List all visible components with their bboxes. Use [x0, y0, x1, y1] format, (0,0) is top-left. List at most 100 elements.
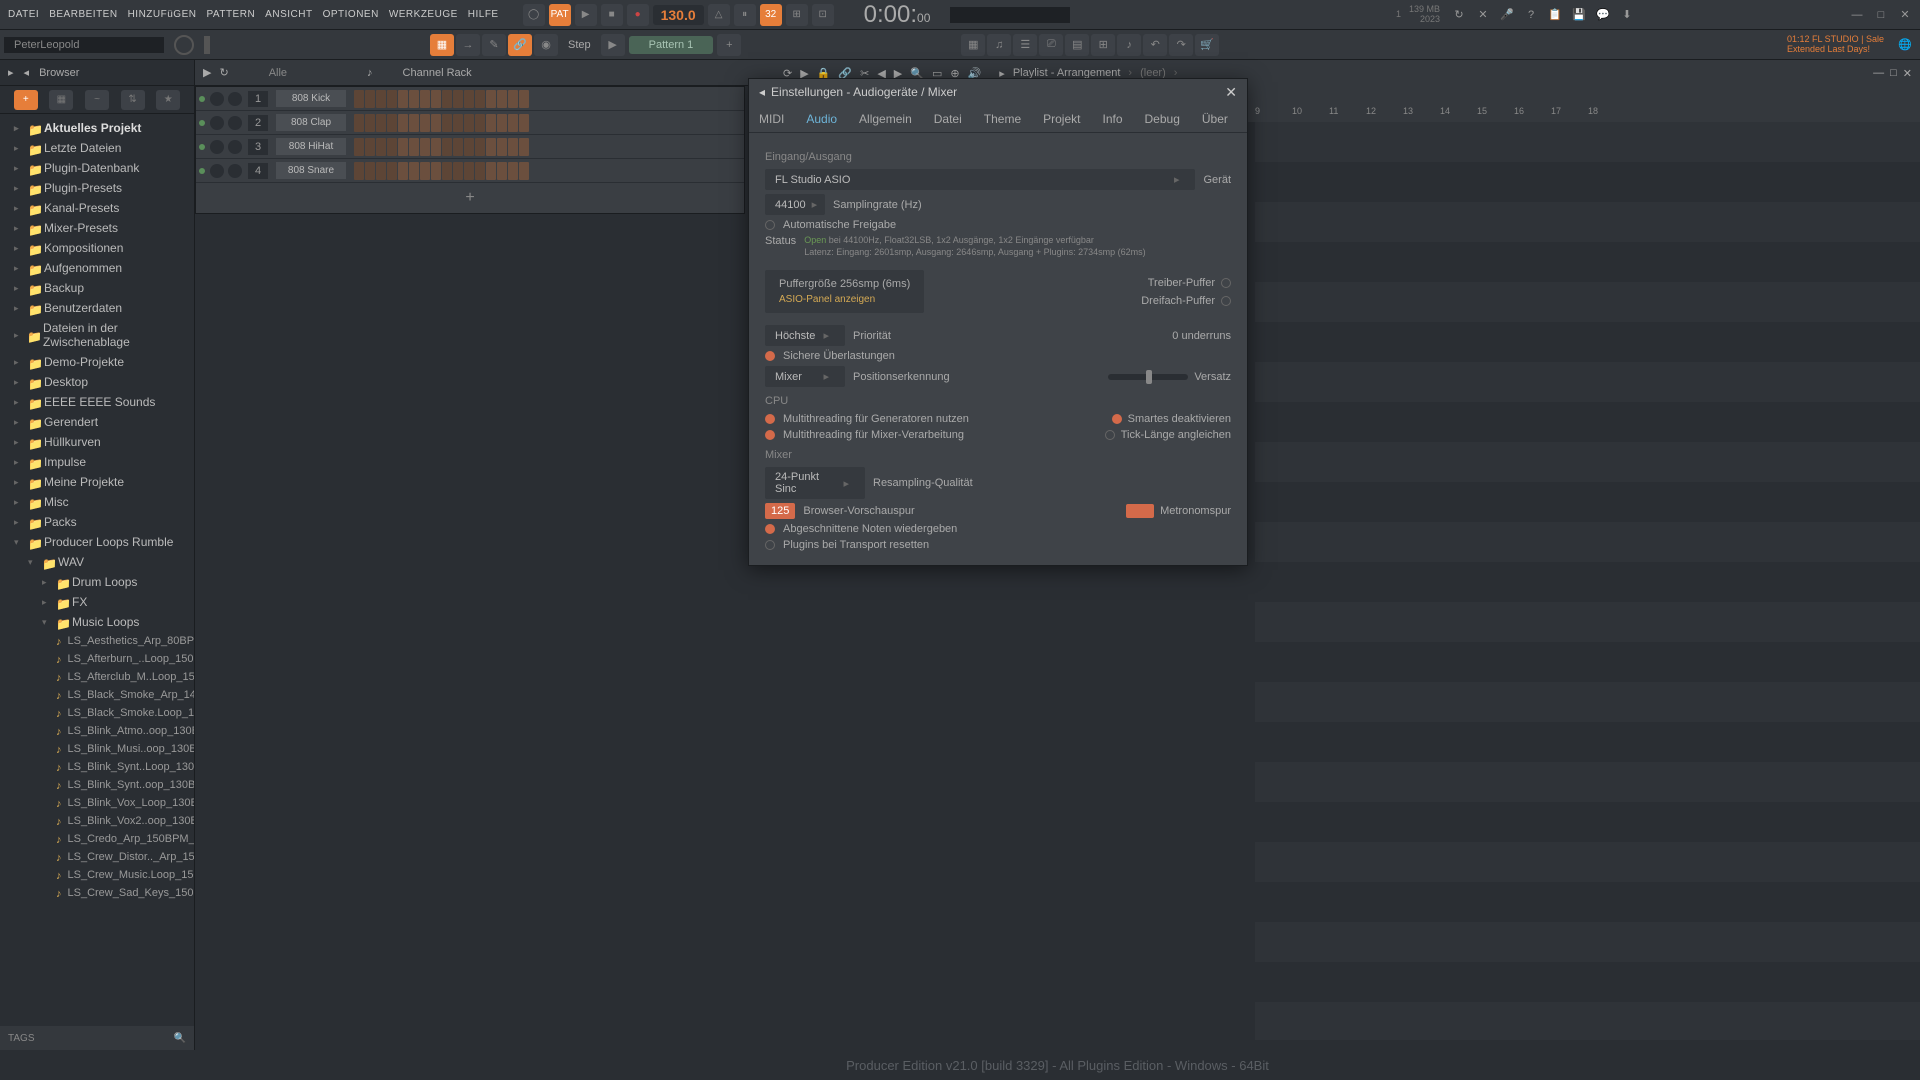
tempo-display[interactable]: 130.0	[653, 5, 704, 25]
browser-fav-icon[interactable]: ★	[156, 90, 180, 110]
device-select[interactable]: FL Studio ASIO▸	[765, 169, 1195, 190]
save-icon[interactable]: 💾	[1568, 4, 1590, 26]
stop-button[interactable]: ■	[601, 4, 623, 26]
file-item[interactable]: ♪LS_Blink_Synt..oop_130BPM_Am	[0, 776, 194, 794]
channel-led[interactable]	[196, 168, 208, 174]
shop-icon[interactable]: 🛒	[1195, 34, 1219, 56]
tree-item[interactable]: ▸📁Impulse	[0, 452, 194, 472]
browser-sort-icon[interactable]: ⇅	[121, 90, 145, 110]
tree-item[interactable]: ▸📁EEEE EEEE Sounds	[0, 392, 194, 412]
metronome-track-selector[interactable]	[1126, 504, 1154, 518]
tab-debug[interactable]: Debug	[1143, 108, 1182, 130]
file-item[interactable]: ♪LS_Afterclub_M..Loop_150BPM_E	[0, 668, 194, 686]
loop-rec-button[interactable]: ⊡	[812, 4, 834, 26]
channel-row[interactable]: 2 808 Clap	[196, 111, 744, 135]
smart-disable-toggle[interactable]	[1112, 414, 1122, 424]
tree-item[interactable]: ▸📁Kanal-Presets	[0, 198, 194, 218]
resampling-select[interactable]: 24-Punkt Sinc▸	[765, 467, 865, 499]
step-sequencer[interactable]	[354, 138, 529, 156]
mixer-icon[interactable]: ⎚	[1039, 34, 1063, 56]
main-menu[interactable]: DATEI BEARBEITEN HINZUFüGEN PATTERN ANSI…	[4, 5, 503, 24]
auto-release-toggle[interactable]	[765, 220, 775, 230]
chanrack-play-icon[interactable]: ▶	[203, 66, 211, 79]
channel-number[interactable]: 4	[248, 163, 268, 179]
news-icon[interactable]: 📋	[1544, 4, 1566, 26]
tree-item[interactable]: ▸📁Plugin-Presets	[0, 178, 194, 198]
trunc-notes-toggle[interactable]	[765, 524, 775, 534]
file-item[interactable]: ♪LS_Blink_Atmo..oop_130BPM_Am	[0, 722, 194, 740]
tab-info[interactable]: Info	[1100, 108, 1124, 130]
tree-item[interactable]: ▸📁Demo-Projekte	[0, 352, 194, 372]
tree-item[interactable]: ▸📁Dateien in der Zwischenablage	[0, 318, 194, 352]
redo-icon[interactable]: ↷	[1169, 34, 1193, 56]
tree-item[interactable]: ▸📁Desktop	[0, 372, 194, 392]
tree-item[interactable]: ▸📁Benutzerdaten	[0, 298, 194, 318]
menu-datei[interactable]: DATEI	[4, 5, 43, 24]
file-item[interactable]: ♪LS_Credo_Arp_150BPM_A#	[0, 830, 194, 848]
tree-item[interactable]: ▸📁Plugin-Datenbank	[0, 158, 194, 178]
typing-keyboard-icon[interactable]: ✎	[482, 34, 506, 56]
tab-midi[interactable]: MIDI	[757, 108, 786, 130]
download-icon[interactable]: ⬇	[1616, 4, 1638, 26]
time-display[interactable]: 0:00:00	[864, 0, 931, 29]
tempo-tap-icon[interactable]: ♪	[1117, 34, 1141, 56]
channel-row[interactable]: 4 808 Snare	[196, 159, 744, 183]
sync-knob[interactable]: ◯	[523, 4, 545, 26]
playlist-max-icon[interactable]: □	[1890, 67, 1897, 80]
channel-pan-knob[interactable]	[210, 140, 224, 154]
asio-panel-link[interactable]: ASIO-Panel anzeigen	[779, 294, 910, 305]
tree-item[interactable]: ▾📁Producer Loops Rumble	[0, 532, 194, 552]
pattern-plus-icon[interactable]: +	[717, 34, 741, 56]
pat-button[interactable]: PAT	[549, 4, 571, 26]
tree-item[interactable]: ▸📁Kompositionen	[0, 238, 194, 258]
record-button[interactable]: ●	[627, 4, 649, 26]
settings-close-icon[interactable]: ✕	[1225, 84, 1237, 101]
file-item[interactable]: ♪LS_Blink_Musi..oop_130BPM_Am	[0, 740, 194, 758]
minimize-icon[interactable]: —	[1846, 4, 1868, 26]
channel-led[interactable]	[196, 120, 208, 126]
render-icon[interactable]: 💬	[1592, 4, 1614, 26]
tree-item[interactable]: ▾📁WAV	[0, 552, 194, 572]
search-icon[interactable]: 🔍	[174, 1033, 186, 1044]
tree-aktuelles-projekt[interactable]: ▸📁Aktuelles Projekt	[0, 118, 194, 138]
tree-item[interactable]: ▸📁Misc	[0, 492, 194, 512]
offset-slider[interactable]	[1108, 374, 1188, 380]
browser-tree[interactable]: ▸📁Aktuelles Projekt ▸📁Letzte Dateien ▸📁P…	[0, 114, 194, 1026]
add-channel-button[interactable]: +	[196, 183, 744, 213]
wait-button[interactable]: ⏸	[734, 4, 756, 26]
browser-arrow-icon[interactable]: ▸	[8, 66, 14, 79]
step-play-icon[interactable]: ▶	[601, 34, 625, 56]
priority-select[interactable]: Höchste▸	[765, 325, 845, 346]
driver-buffer-toggle[interactable]	[1221, 278, 1231, 288]
channel-pan-knob[interactable]	[210, 164, 224, 178]
file-item[interactable]: ♪LS_Aesthetics_Arp_80BPM_A	[0, 632, 194, 650]
samplerate-select[interactable]: 44100▸	[765, 194, 825, 215]
tick-align-toggle[interactable]	[1105, 430, 1115, 440]
tree-item[interactable]: ▸📁Gerendert	[0, 412, 194, 432]
browser-audio-icon[interactable]: ~	[85, 90, 109, 110]
tree-item[interactable]: ▸📁Aufgenommen	[0, 258, 194, 278]
menu-hinzufuegen[interactable]: HINZUFüGEN	[124, 5, 201, 24]
tree-item[interactable]: ▸📁Drum Loops	[0, 572, 194, 592]
tree-item[interactable]: ▸📁Hüllkurven	[0, 432, 194, 452]
channel-pan-knob[interactable]	[210, 92, 224, 106]
tree-item[interactable]: ▸📁Meine Projekte	[0, 472, 194, 492]
chanrack-icon[interactable]: ♪	[367, 67, 373, 79]
tab-datei[interactable]: Datei	[932, 108, 964, 130]
multithread-mixer-toggle[interactable]	[765, 430, 775, 440]
menu-bearbeiten[interactable]: BEARBEITEN	[45, 5, 121, 24]
tab-allgemein[interactable]: Allgemein	[857, 108, 914, 130]
step-sequencer[interactable]	[354, 162, 529, 180]
tree-item[interactable]: ▸📁Letzte Dateien	[0, 138, 194, 158]
safe-overload-toggle[interactable]	[765, 351, 775, 361]
channel-row[interactable]: 3 808 HiHat	[196, 135, 744, 159]
channel-number[interactable]: 1	[248, 91, 268, 107]
step-sequencer[interactable]	[354, 90, 529, 108]
piano-roll-icon[interactable]: ♫	[987, 34, 1011, 56]
channel-rack-icon[interactable]: ☰	[1013, 34, 1037, 56]
metronome-button[interactable]: △	[708, 4, 730, 26]
menu-pattern[interactable]: PATTERN	[202, 5, 259, 24]
menu-hilfe[interactable]: HILFE	[464, 5, 503, 24]
channel-led[interactable]	[196, 96, 208, 102]
channel-vol-knob[interactable]	[228, 140, 242, 154]
